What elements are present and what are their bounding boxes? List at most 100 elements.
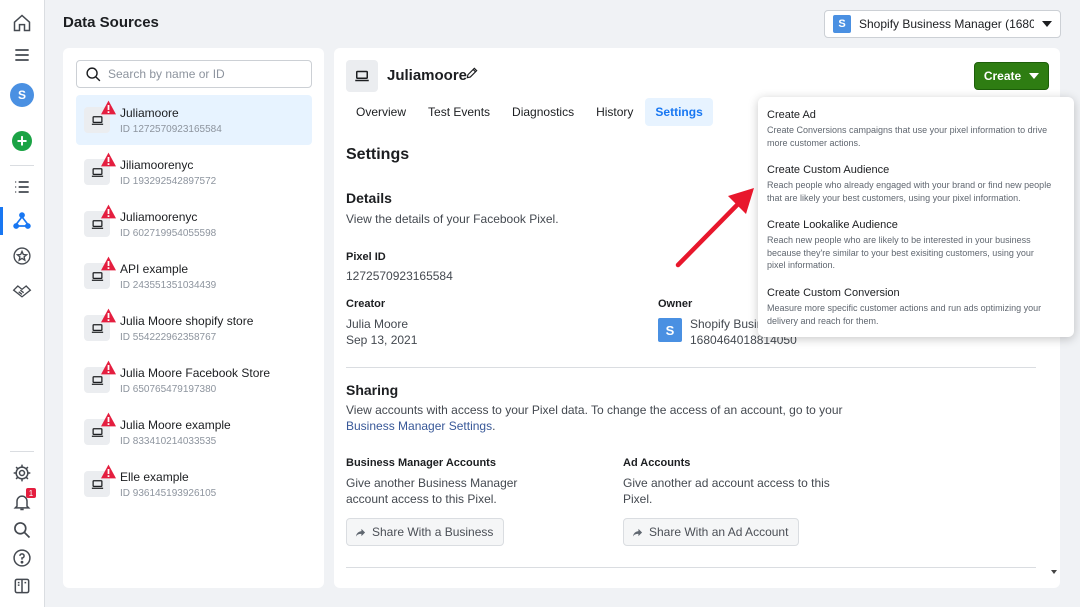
laptop-icon xyxy=(84,152,116,185)
settings-icon[interactable] xyxy=(10,461,34,485)
section-divider xyxy=(346,567,1036,568)
tab-test-events[interactable]: Test Events xyxy=(418,98,500,126)
settings-heading: Settings xyxy=(346,146,410,163)
list-item[interactable]: Elle example ID 936145193926105 xyxy=(76,459,312,509)
owner-label: Owner xyxy=(658,298,693,310)
source-id: ID 193292542897572 xyxy=(120,175,217,187)
tab-diagnostics[interactable]: Diagnostics xyxy=(502,98,584,126)
list-item[interactable]: Juliamoorenyc ID 602719954055598 xyxy=(76,199,312,249)
handshake-icon[interactable] xyxy=(10,279,34,303)
sharing-link-suffix: . xyxy=(492,419,496,433)
source-id: ID 833410214033535 xyxy=(120,435,217,447)
warning-icon xyxy=(101,100,116,115)
pixel-id-label: Pixel ID xyxy=(346,251,386,263)
list-item[interactable]: Jiliamoorenyc ID 193292542897572 xyxy=(76,147,312,197)
left-nav-rail: S + 1 xyxy=(0,0,45,607)
list-item[interactable]: Juliamoore ID 1272570923165584 xyxy=(76,95,312,145)
source-name: API example xyxy=(120,261,189,276)
source-name: Julia Moore Facebook Store xyxy=(120,365,271,380)
tab-overview[interactable]: Overview xyxy=(346,98,416,126)
search-box[interactable] xyxy=(76,60,312,88)
menu-item-title: Create Custom Conversion xyxy=(767,287,900,299)
share-arrow-icon xyxy=(355,528,366,537)
warning-icon xyxy=(101,308,116,323)
search-input[interactable] xyxy=(108,67,303,81)
bm-accounts-description: Give another Business Manager xyxy=(346,476,518,490)
business-avatar: S xyxy=(833,15,851,33)
source-name: Juliamoore xyxy=(120,105,179,120)
menu-item-create-ad[interactable]: Create Ad Create Conversions campaigns t… xyxy=(767,109,1067,149)
scroll-down-icon[interactable] xyxy=(1051,570,1057,574)
notifications-icon[interactable]: 1 xyxy=(10,488,36,514)
create-button-label: Create xyxy=(983,69,1022,83)
menu-item-title: Create Ad xyxy=(767,109,816,121)
page-title: Data Sources xyxy=(63,14,159,31)
sharing-heading: Sharing xyxy=(346,382,399,398)
source-id: ID 650765479197380 xyxy=(120,383,217,395)
details-heading: Details xyxy=(346,190,392,206)
events-manager-icon[interactable] xyxy=(10,209,34,233)
list-item[interactable]: Julia Moore example ID 833410214033535 xyxy=(76,407,312,457)
business-manager-selector[interactable]: S Shopify Business Manager (1680... xyxy=(824,10,1061,38)
active-indicator xyxy=(0,207,3,235)
create-plus-icon[interactable]: + xyxy=(10,129,34,153)
source-id: ID 243551351034439 xyxy=(120,279,217,291)
share-arrow-icon xyxy=(632,528,643,537)
search-icon[interactable] xyxy=(10,518,34,542)
menu-item-description: Reach new people who are likely to be in… xyxy=(767,235,1031,245)
rail-divider xyxy=(10,451,34,452)
sharing-description: View accounts with access to your Pixel … xyxy=(346,403,843,417)
menu-item-description: because they're similar to your best exi… xyxy=(767,247,1034,258)
source-id: ID 602719954055598 xyxy=(120,227,217,239)
laptop-icon xyxy=(84,412,116,445)
create-button[interactable]: Create xyxy=(974,62,1049,90)
edit-pencil-icon[interactable] xyxy=(465,66,479,80)
warning-icon xyxy=(101,152,116,167)
menu-item-description: more customer actions. xyxy=(767,137,861,148)
laptop-icon xyxy=(84,308,116,341)
laptop-icon xyxy=(346,60,378,92)
pixel-id-value: 1272570923165584 xyxy=(346,269,453,283)
sharing-link-line: Business Manager Settings. xyxy=(346,419,495,433)
source-name: Julia Moore example xyxy=(120,417,231,432)
help-icon[interactable] xyxy=(10,546,34,570)
menu-item-description: Reach people who already engaged with yo… xyxy=(767,180,1052,190)
business-manager-settings-link[interactable]: Business Manager Settings xyxy=(346,419,492,433)
list-item[interactable]: API example ID 243551351034439 xyxy=(76,251,312,301)
list-icon[interactable] xyxy=(10,175,34,199)
search-icon xyxy=(86,66,101,81)
share-with-business-button[interactable]: Share With a Business xyxy=(346,518,505,546)
source-name: Jiliamoorenyc xyxy=(120,157,194,172)
star-icon[interactable] xyxy=(10,244,34,268)
tab-settings[interactable]: Settings xyxy=(645,98,713,126)
menu-item-create-custom-audience[interactable]: Create Custom Audience Reach people who … xyxy=(767,164,1067,204)
creator-label: Creator xyxy=(346,298,386,310)
warning-icon xyxy=(101,464,116,479)
creator-date: Sep 13, 2021 xyxy=(346,333,418,347)
source-name: Juliamoorenyc xyxy=(120,209,198,224)
menu-item-description: Create Conversions campaigns that use yo… xyxy=(767,125,1048,135)
share-with-ad-account-button[interactable]: Share With an Ad Account xyxy=(623,518,800,546)
menu-item-title: Create Lookalike Audience xyxy=(767,219,898,231)
home-icon[interactable] xyxy=(10,11,34,35)
pixel-tabs: Overview Test Events Diagnostics History… xyxy=(346,98,715,126)
tab-history[interactable]: History xyxy=(586,98,643,126)
menu-item-description: pixel information. xyxy=(767,260,836,270)
share-with-ad-account-label: Share With an Ad Account xyxy=(649,525,789,539)
laptop-icon xyxy=(84,464,116,497)
menu-item-create-lookalike-audience[interactable]: Create Lookalike Audience Reach new peop… xyxy=(767,219,1067,272)
ad-accounts-description: Give another ad account access to this xyxy=(623,476,830,490)
menu-item-description: delivery and reach for them. xyxy=(767,315,879,326)
menu-item-description: Measure more specific customer actions a… xyxy=(767,303,1042,313)
list-item[interactable]: Julia Moore Facebook Store ID 65076547919… xyxy=(76,355,312,405)
warning-icon xyxy=(101,204,116,219)
account-avatar[interactable]: S xyxy=(10,83,34,107)
list-item[interactable]: Julia Moore shopify store ID 554222962358… xyxy=(76,303,312,353)
menu-item-create-custom-conversion[interactable]: Create Custom Conversion Measure more sp… xyxy=(767,287,1067,327)
details-description: View the details of your Facebook Pixel. xyxy=(346,212,559,226)
warning-icon xyxy=(101,256,116,271)
section-divider xyxy=(346,367,1036,368)
panel-icon[interactable] xyxy=(10,574,34,598)
menu-icon[interactable] xyxy=(10,43,34,67)
warning-icon xyxy=(101,412,116,427)
